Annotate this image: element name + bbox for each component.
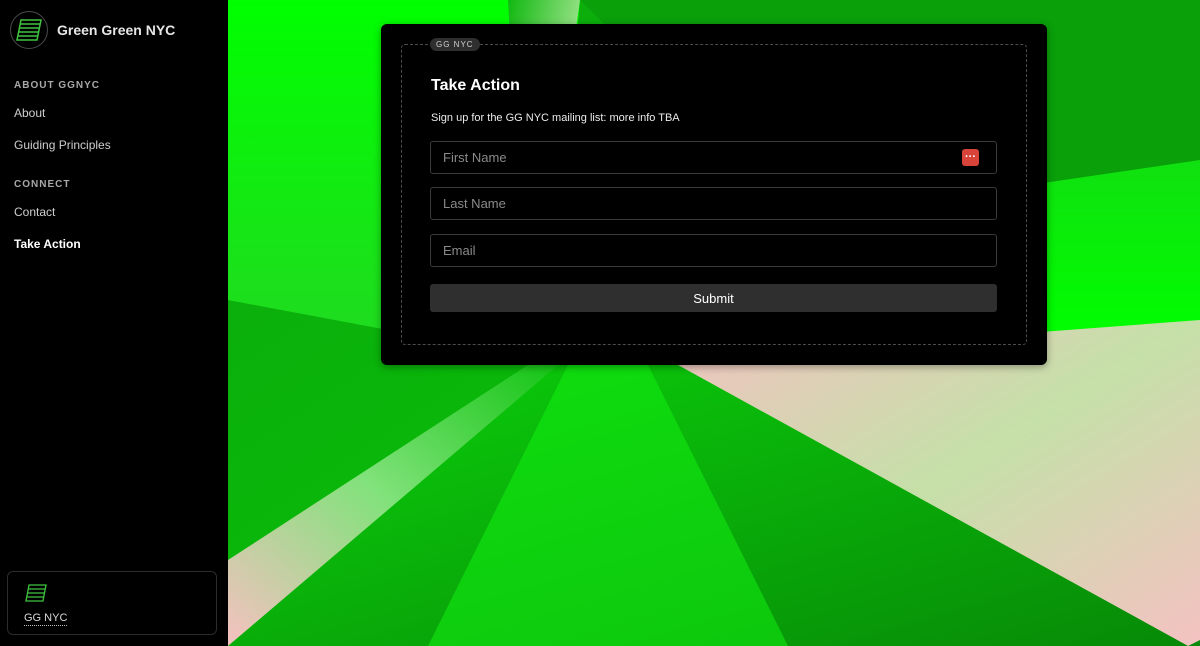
- take-action-card: GG NYC Take Action Sign up for the GG NY…: [381, 24, 1047, 365]
- brand-logo-icon: [10, 11, 48, 49]
- footer-label[interactable]: GG NYC: [24, 612, 68, 626]
- section-title-about: ABOUT GGNYC: [14, 80, 100, 91]
- last-name-field[interactable]: [430, 187, 997, 220]
- card-title: Take Action: [431, 77, 520, 94]
- brand-name: Green Green NYC: [57, 22, 176, 38]
- password-manager-icon[interactable]: ···: [962, 149, 979, 166]
- sidebar: Green Green NYC ABOUT GGNYC About Guidin…: [0, 0, 228, 646]
- sidebar-item-about[interactable]: About: [14, 106, 45, 120]
- sidebar-item-take-action[interactable]: Take Action: [14, 237, 81, 251]
- email-field[interactable]: [430, 234, 997, 267]
- first-name-field[interactable]: [430, 141, 997, 174]
- footer-card[interactable]: GG NYC: [7, 571, 217, 635]
- card-chip: GG NYC: [430, 38, 480, 51]
- submit-button[interactable]: Submit: [430, 284, 997, 312]
- card-description: Sign up for the GG NYC mailing list: mor…: [431, 112, 680, 124]
- section-title-connect: CONNECT: [14, 179, 71, 190]
- sidebar-item-guiding-principles[interactable]: Guiding Principles: [14, 138, 111, 152]
- sidebar-item-contact[interactable]: Contact: [14, 205, 55, 219]
- brand[interactable]: Green Green NYC: [10, 11, 175, 49]
- footer-logo-icon: [25, 584, 47, 607]
